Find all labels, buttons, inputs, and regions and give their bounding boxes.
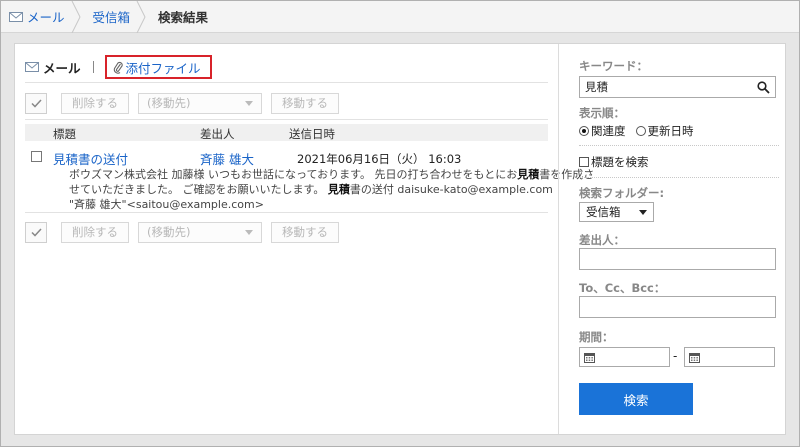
divider xyxy=(25,82,548,83)
subject-only-option: 標題を検索 xyxy=(579,154,649,170)
results-pane: メール 添付ファイル 削除する (移動先) 移動する 標題 差出人 送信日時 見… xyxy=(15,44,594,434)
breadcrumb-current-label: 検索結果 xyxy=(158,10,209,25)
order-updated-label: 更新日時 xyxy=(647,124,694,138)
bottom-toolbar: 削除する (移動先) 移動する xyxy=(25,221,348,243)
tab-divider xyxy=(92,61,94,73)
check-icon xyxy=(30,227,42,237)
search-button[interactable]: 検索 xyxy=(579,383,693,415)
row-checkbox[interactable] xyxy=(31,151,42,162)
mail-icon xyxy=(9,11,23,22)
snippet-highlight: 見積 xyxy=(327,183,350,196)
chevron-down-icon xyxy=(245,100,253,106)
select-all-button[interactable] xyxy=(25,92,47,114)
move-button[interactable]: 移動する xyxy=(271,221,339,243)
divider xyxy=(579,145,779,146)
breadcrumb-mail[interactable]: メール xyxy=(1,0,81,33)
snippet-highlight: 見積 xyxy=(517,168,540,181)
period-end-input[interactable] xyxy=(684,347,775,367)
move-destination-label: (移動先) xyxy=(147,225,191,239)
folder-value: 受信箱 xyxy=(586,205,621,219)
to-label: To、Cc、Bcc： xyxy=(579,281,666,295)
list-header: 標題 差出人 送信日時 xyxy=(25,124,548,141)
sender-input[interactable] xyxy=(579,248,776,270)
delete-button[interactable]: 削除する xyxy=(61,92,129,114)
row-date: 2021年06月16日（火） 16:03 xyxy=(297,152,462,166)
folder-select[interactable]: 受信箱 xyxy=(579,202,654,222)
tab-attachments-label: 添付ファイル xyxy=(125,60,201,76)
check-icon xyxy=(30,98,42,108)
divider xyxy=(25,212,548,213)
chevron-down-icon xyxy=(245,229,253,235)
chevron-down-icon xyxy=(639,209,647,215)
order-updated-radio[interactable] xyxy=(635,126,646,136)
row-snippet-line1: ボウズマン株式会社 加藤様 いつもお世話になっております。 先日の打ち合わせをも… xyxy=(69,166,594,182)
breadcrumb-separator xyxy=(71,0,81,33)
to-input[interactable] xyxy=(579,296,776,318)
divider xyxy=(25,119,548,120)
row-snippet-line3: "斉藤 雄大"<saitou@example.com> xyxy=(69,198,264,211)
move-destination-label: (移動先) xyxy=(147,96,191,110)
folder-label: 検索フォルダー: xyxy=(579,186,665,200)
tab-mail-label: メール xyxy=(43,60,81,76)
table-row[interactable]: 見積書の送付 斉藤 雄大 2021年06月16日（火） 16:03 ボウズマン株… xyxy=(25,144,594,211)
order-relevance-label: 関連度 xyxy=(591,124,626,138)
search-results-panel: メール 添付ファイル 削除する (移動先) 移動する 標題 差出人 送信日時 見… xyxy=(14,43,786,435)
breadcrumb: メール 受信箱 検索結果 xyxy=(1,0,799,33)
keyword-input[interactable]: 見積 xyxy=(579,76,776,98)
breadcrumb-current: 検索結果 xyxy=(146,1,224,33)
paperclip-icon xyxy=(113,61,123,74)
period-label: 期間： xyxy=(579,330,614,344)
subject-only-checkbox[interactable] xyxy=(579,157,589,167)
breadcrumb-separator xyxy=(136,0,146,33)
top-toolbar: 削除する (移動先) 移動する xyxy=(25,92,348,114)
row-snippet-line2: せていただきました。 ご確認をお願いいたします。 見積書の送付 daisuke-… xyxy=(69,181,553,197)
move-destination-select[interactable]: (移動先) xyxy=(138,92,262,114)
order-relevance-radio[interactable] xyxy=(579,126,589,136)
calendar-icon[interactable] xyxy=(584,352,595,363)
subject-only-label: 標題を検索 xyxy=(591,155,649,169)
period-start-input[interactable] xyxy=(579,347,670,367)
column-subject: 標題 xyxy=(53,127,76,141)
move-destination-select[interactable]: (移動先) xyxy=(138,221,262,243)
breadcrumb-inbox-label: 受信箱 xyxy=(92,10,131,25)
order-label: 表示順： xyxy=(579,106,625,120)
period-separator: - xyxy=(673,349,678,363)
breadcrumb-mail-label: メール xyxy=(27,10,65,25)
mail-icon xyxy=(25,62,39,72)
divider xyxy=(579,177,779,178)
column-sender: 差出人 xyxy=(200,127,235,141)
search-pane: キーワード： 見積 表示順： 関連度 更新日時 標題を検索 検索フォルダー: 受… xyxy=(558,44,785,434)
snippet-text: ボウズマン株式会社 加藤様 いつもお世話になっております。 先日の打ち合わせをも… xyxy=(69,168,518,181)
snippet-text: せていただきました。 ご確認をお願いいたします。 xyxy=(69,183,328,196)
select-all-button[interactable] xyxy=(25,221,47,243)
tab-attachments[interactable]: 添付ファイル xyxy=(104,55,212,79)
keyword-label: キーワード： xyxy=(579,59,648,73)
result-tabs: メール 添付ファイル xyxy=(25,55,212,79)
search-icon[interactable] xyxy=(757,80,770,94)
calendar-icon[interactable] xyxy=(689,352,700,363)
keyword-value: 見積 xyxy=(585,80,608,94)
breadcrumb-inbox[interactable]: 受信箱 xyxy=(81,0,147,33)
tab-mail[interactable]: メール xyxy=(25,58,81,77)
delete-button[interactable]: 削除する xyxy=(61,221,129,243)
move-button[interactable]: 移動する xyxy=(271,92,339,114)
sender-label: 差出人： xyxy=(579,233,625,247)
snippet-text: 書の送付 daisuke-kato@example.com xyxy=(349,183,553,196)
column-sent-date: 送信日時 xyxy=(289,127,335,141)
order-options: 関連度 更新日時 xyxy=(579,123,694,139)
